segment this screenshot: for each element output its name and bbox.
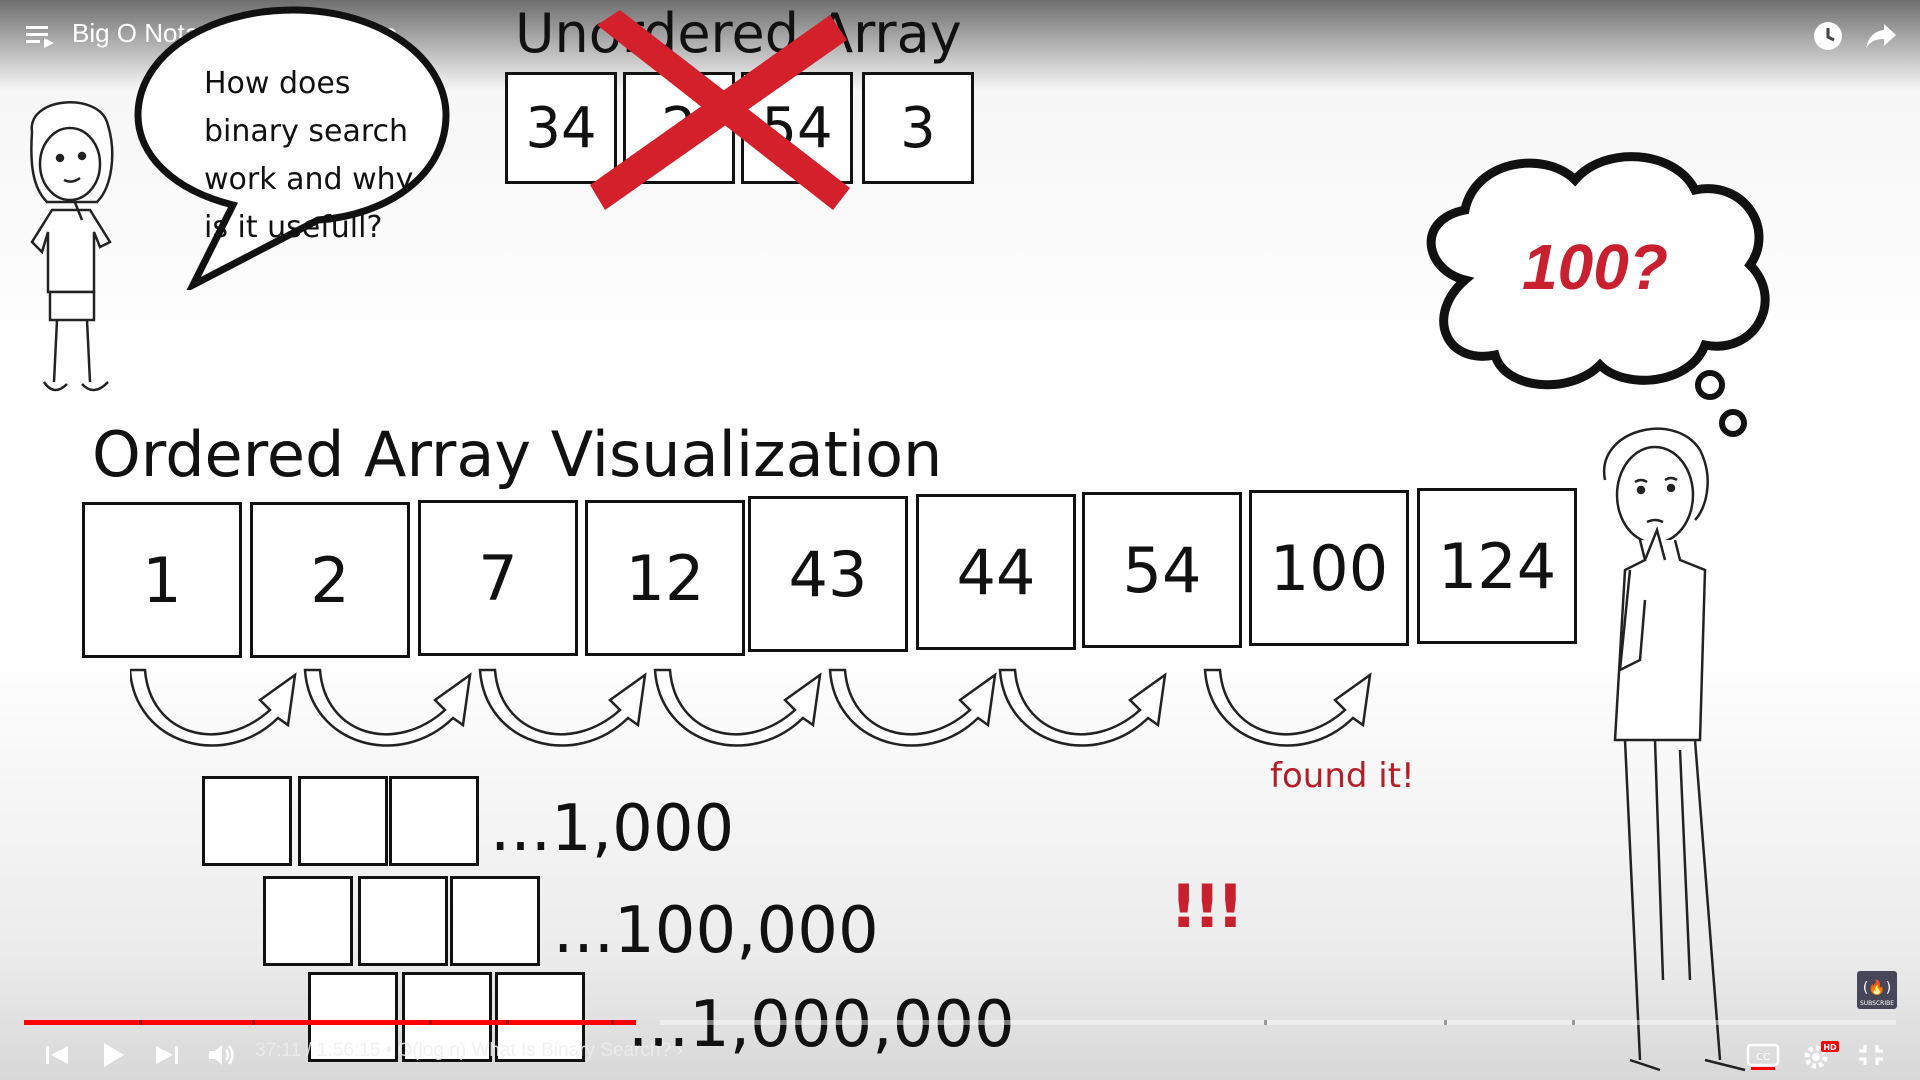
- captions-icon[interactable]: CC: [1745, 1040, 1783, 1070]
- chapter-marker: [1264, 1020, 1267, 1025]
- scale-label: ...1,000: [490, 792, 735, 866]
- speech-bubble-text: How does binary search work and why is i…: [204, 60, 434, 252]
- hd-badge: HD: [1823, 1043, 1837, 1052]
- bubble-line: is it usefull?: [204, 210, 383, 245]
- time-and-chapter[interactable]: 37:11 / 1:56:15 • O(log n) What Is Binar…: [255, 1040, 683, 1062]
- played-range: [24, 1020, 637, 1025]
- scale-box: [298, 776, 388, 866]
- subscribe-label: SUBSCRIBE: [1860, 1000, 1894, 1007]
- ordered-cell: 100: [1249, 490, 1409, 646]
- volume-icon[interactable]: [205, 1040, 239, 1070]
- svg-text:(🔥): (🔥): [1863, 979, 1891, 996]
- ordered-cell: 1: [82, 502, 242, 658]
- ordered-cell: 2: [250, 502, 410, 658]
- ordered-array-title: Ordered Array Visualization: [92, 418, 943, 491]
- found-label: found it!: [1270, 756, 1415, 796]
- progress-bar[interactable]: [24, 1020, 1896, 1025]
- cross-out-icon: [590, 10, 850, 210]
- bubble-line: work and why: [204, 162, 414, 197]
- play-icon[interactable]: [96, 1040, 130, 1070]
- ordered-cell: 54: [1082, 492, 1242, 648]
- scale-label: ...1,000,000: [628, 988, 1015, 1062]
- watch-later-icon[interactable]: [1812, 20, 1844, 52]
- svg-text:CC: CC: [1756, 1052, 1770, 1063]
- chapter-marker: [252, 1020, 255, 1025]
- previous-icon[interactable]: [40, 1040, 74, 1070]
- girl-illustration: [30, 101, 114, 392]
- ordered-cell: 7: [418, 500, 578, 656]
- exclamation-marks: !!!: [1170, 872, 1244, 942]
- scale-label: ...100,000: [553, 894, 879, 968]
- scale-box: [202, 776, 292, 866]
- scale-box: [358, 876, 448, 966]
- ordered-cell: 124: [1417, 488, 1577, 644]
- ordered-cell: 44: [916, 494, 1076, 650]
- chapter-marker: [611, 1020, 614, 1025]
- bubble-line: binary search: [204, 114, 409, 149]
- chapter-marker: [429, 1020, 432, 1025]
- chapter-marker: [139, 1020, 142, 1025]
- channel-logo-icon[interactable]: (🔥) SUBSCRIBE: [1856, 970, 1898, 1010]
- woman-illustration: [1602, 427, 1746, 1072]
- unordered-cell: 3: [862, 72, 974, 184]
- chapter-marker: [1572, 1020, 1575, 1025]
- scale-box: [450, 876, 540, 966]
- chapter-marker: [1444, 1020, 1447, 1025]
- step-arrows: [130, 668, 1372, 747]
- settings-icon[interactable]: HD: [1800, 1040, 1840, 1070]
- thought-text: 100?: [1522, 231, 1668, 303]
- scale-box: [389, 776, 479, 866]
- chapter-marker: [506, 1020, 509, 1025]
- next-icon[interactable]: [150, 1040, 184, 1070]
- ordered-cell: 12: [585, 500, 745, 656]
- scale-box: [263, 876, 353, 966]
- bubble-line: How does: [204, 66, 351, 101]
- share-icon[interactable]: [1864, 20, 1898, 52]
- playlist-icon[interactable]: [26, 24, 56, 48]
- exit-fullscreen-icon[interactable]: [1854, 1040, 1888, 1070]
- ordered-cell: 43: [748, 496, 908, 652]
